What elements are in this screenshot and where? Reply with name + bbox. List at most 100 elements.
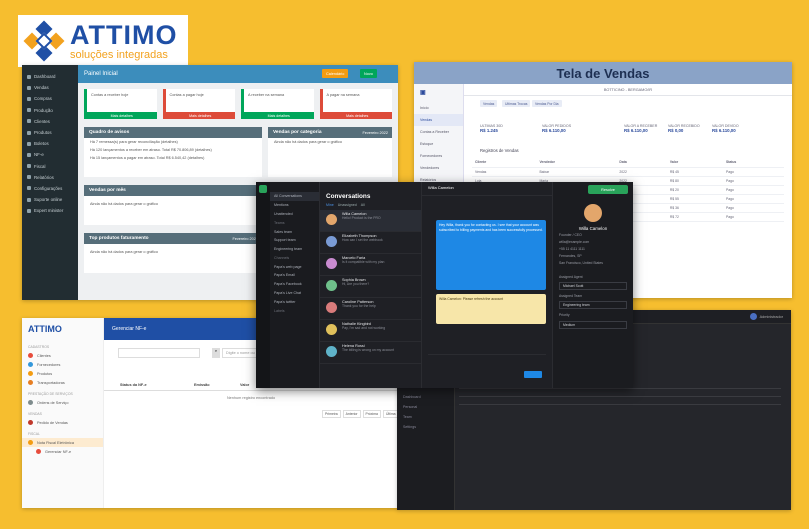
nav-item[interactable]: Papa's web page: [270, 262, 319, 271]
sidebar-item[interactable]: Personal: [397, 402, 454, 412]
table-row[interactable]: Vendas Baixar 2022 R$ 45 Pago: [472, 167, 784, 177]
nav-item[interactable]: Papa's twitter: [270, 297, 319, 306]
chat-header: Willa Camelon: [422, 182, 552, 196]
summary-card[interactable]: Contas a pagar hoje Mais detalhes: [162, 89, 235, 119]
column-header[interactable]: Status da NF-e: [120, 380, 147, 390]
sidebar-item[interactable]: Boletos: [22, 138, 78, 149]
nav-item[interactable]: Papa's Email: [270, 271, 319, 280]
avatar: [326, 280, 337, 291]
list-item[interactable]: Elizabeth Thompson How can I set the webh…: [320, 232, 421, 254]
list-item[interactable]: Sophia Brown Hi, Are you there?: [320, 276, 421, 298]
avatar[interactable]: [749, 313, 757, 320]
sidebar-item-active[interactable]: Vendas: [414, 114, 463, 126]
app-rail: [256, 182, 270, 388]
nav-item[interactable]: Support team: [270, 236, 319, 245]
sidebar-item[interactable]: Nota Fiscal Eletrônica: [22, 438, 103, 447]
sidebar-item[interactable]: Relatórios: [22, 172, 78, 183]
assigned-team-select[interactable]: Engineering team: [559, 301, 627, 310]
sidebar-item[interactable]: Settings: [397, 422, 454, 432]
sidebar-item[interactable]: Team: [397, 412, 454, 422]
page-prev-button[interactable]: Anterior: [342, 410, 361, 418]
sidebar-item[interactable]: Dashboard: [22, 71, 78, 82]
sidebar-item[interactable]: Ordens de Serviço: [22, 398, 103, 407]
sidebar-item[interactable]: Configurações: [22, 183, 78, 194]
sidebar-item[interactable]: NF-e: [22, 149, 78, 160]
sidebar-item[interactable]: Vendas: [22, 82, 78, 93]
stat: VALOR A RECEBER R$ 6.110,00: [624, 124, 658, 133]
sidebar-item[interactable]: Produtos: [22, 369, 103, 378]
column-header[interactable]: Emissão: [194, 380, 210, 390]
sidebar-item[interactable]: Fiscal: [22, 161, 78, 172]
list-item[interactable]: Helena Rossi The billing is wrong on my a…: [320, 342, 421, 364]
page-next-button[interactable]: Próxima: [362, 410, 381, 418]
tab-ultimas-trocas[interactable]: Ultimas Trocas: [502, 100, 531, 107]
contact-panel: Willa Camelon Founder / CEO willa@exampl…: [552, 182, 633, 388]
list-item[interactable]: Willa Camelon Hello! Product is the PRO: [320, 210, 421, 232]
search-button[interactable]: ⌕: [212, 348, 220, 358]
logo-tagline: soluções integradas: [70, 48, 168, 61]
nav-item[interactable]: Sales team: [270, 227, 319, 236]
list-item[interactable]: Nathalie Kingbird Pay, I'm sad and not wo…: [320, 320, 421, 342]
summary-card[interactable]: A pagar na semana Mais detalhes: [319, 89, 392, 119]
nav-item[interactable]: Papa's Live Chat: [270, 289, 319, 298]
top-produtos: Top produtos faturamento Fevereiro 2022 A…: [84, 233, 262, 273]
sidebar-item-active[interactable]: Gerenciar NF-e: [22, 447, 103, 456]
column-header[interactable]: Valor: [240, 380, 249, 390]
sidebar-item[interactable]: Vendedores: [414, 162, 463, 174]
tab-vendas[interactable]: Vendas: [480, 100, 498, 107]
nav-section: Channels: [274, 255, 290, 260]
tab-vendas-por-dia[interactable]: Vendas Por Dia: [532, 100, 562, 107]
sidebar-item[interactable]: Compras: [22, 93, 78, 104]
summary-card[interactable]: A receber na semana Mais detalhes: [241, 89, 314, 119]
sidebar-item[interactable]: Estoque: [414, 138, 463, 150]
pagination: Primeira Anterior Próxima Última: [322, 410, 398, 418]
page-title: Gerenciar NF-e: [112, 326, 147, 332]
sidebar-item[interactable]: Produtos: [22, 127, 78, 138]
summary-card[interactable]: Contas a receber hoje Mais detalhes: [84, 89, 157, 119]
nfe-search-input[interactable]: [118, 348, 200, 358]
page-first-button[interactable]: Primeira: [322, 410, 341, 418]
vendas-banner: Tela de Vendas: [414, 62, 792, 84]
sidebar-item[interactable]: Contas a Receber: [414, 126, 463, 138]
filter-unassigned[interactable]: Unassigned: [338, 203, 357, 207]
send-button[interactable]: [524, 371, 542, 378]
empty-message: Nenhum registro encontrado: [226, 396, 276, 400]
avatar: [326, 324, 337, 335]
sidebar-item[interactable]: Fornecedores: [22, 360, 103, 369]
priority-select[interactable]: Medium: [559, 320, 627, 329]
nav-item[interactable]: Mentions: [270, 201, 319, 210]
nav-item[interactable]: Engineering team: [270, 245, 319, 254]
table-header-row: Cliente Vendedor Data Valor Status: [472, 158, 784, 168]
agent-message: Hey Willa, thank you for contacting us. …: [436, 220, 546, 290]
nav-item[interactable]: Unattended: [270, 210, 319, 219]
sidebar-item[interactable]: Pedido de Vendas: [22, 418, 103, 427]
calendar-button[interactable]: Calendário: [322, 69, 349, 78]
sidebar-item[interactable]: Produção: [22, 105, 78, 116]
conversation-list: Conversations Mine Unassigned All Willa …: [320, 182, 422, 388]
new-button[interactable]: Novo: [360, 69, 377, 78]
sidebar-item[interactable]: Clientes: [22, 116, 78, 127]
nav-item[interactable]: Papa's Facebook: [270, 280, 319, 289]
sidebar-item[interactable]: Início: [414, 102, 463, 114]
logo-mark-icon: [23, 20, 65, 62]
painel-topbar: Painel Inicial: [78, 65, 398, 83]
resolve-button[interactable]: Resolve: [588, 185, 628, 194]
nav-item[interactable]: All Conversations: [270, 192, 319, 201]
sidebar-item[interactable]: Suporte online: [22, 194, 78, 205]
page-last-button[interactable]: Última: [382, 410, 398, 418]
nav-section: Labels: [274, 308, 285, 313]
filter-mine[interactable]: Mine: [326, 203, 334, 207]
stat: VALOR RECEBIDO R$ 0,00: [668, 124, 700, 133]
nfe-sidebar: ATTIMO CADASTROS Clientes Fornecedores P…: [22, 318, 104, 508]
table-title: Registros de Vendas: [480, 148, 519, 153]
sidebar-item[interactable]: Expert minister: [22, 205, 78, 216]
sidebar-item[interactable]: Transportadoras: [22, 378, 103, 387]
contact-avatar: [584, 204, 602, 222]
filter-all[interactable]: All: [361, 203, 365, 207]
list-item[interactable]: Caroline Patterson Thank you for the help: [320, 298, 421, 320]
sidebar-item[interactable]: Clientes: [22, 351, 103, 360]
list-item[interactable]: Marcelo Faria Is it compatible with my pl…: [320, 254, 421, 276]
sidebar-item[interactable]: Dashboard: [397, 392, 454, 402]
assigned-agent-select[interactable]: Michael Scott: [559, 282, 627, 291]
sidebar-item[interactable]: Fornecedores: [414, 150, 463, 162]
